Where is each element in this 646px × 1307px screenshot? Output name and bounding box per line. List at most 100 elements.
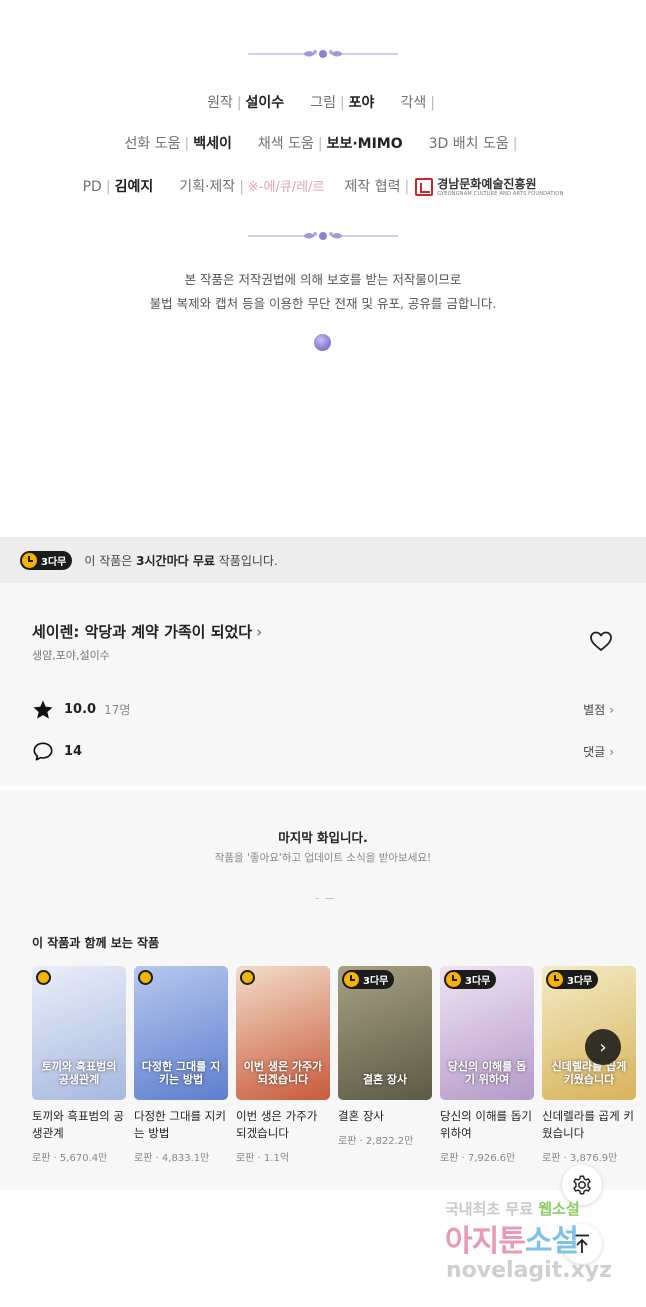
gem-icon — [314, 334, 331, 351]
studio-logo: ※-에/큐/레/르 — [247, 180, 325, 195]
recommendation-card[interactable]: 토끼와 흑표범의 공생관계 토끼와 흑표범의 공생관계 로판 · 5,670.4만 — [32, 966, 126, 1164]
credit-name-lineart: 백세이 — [193, 136, 232, 152]
recommendation-meta: 로판 · 3,876.9만 — [542, 1153, 618, 1164]
carousel-next-button[interactable]: › — [585, 1029, 621, 1065]
separator: | — [404, 179, 410, 195]
gear-icon — [573, 1175, 591, 1195]
banner-text-bold: 3시간마다 무료 — [136, 553, 215, 568]
comment-row: 14 댓글 › — [32, 739, 614, 763]
clock-icon — [240, 970, 255, 985]
recommendation-thumbnail: 다정한 그대를 지키는 방법 — [134, 966, 228, 1100]
cover-title-art: 이번 생은 가주가 되겠습니다 — [243, 1060, 323, 1086]
clock-icon — [548, 972, 563, 987]
recommendation-title: 토끼와 흑표범의 공생관계 — [32, 1109, 124, 1140]
series-title: 세이렌: 악당과 계약 가족이 되었다 — [32, 623, 253, 641]
foundation-logo-icon — [415, 178, 434, 196]
foundation-name: 경남문화예술진흥원 — [437, 176, 537, 191]
watermark-brand: 아지툰소설 — [445, 1216, 579, 1260]
cover-title-art: 다정한 그대를 지키는 방법 — [141, 1060, 221, 1086]
credit-label-3d: 3D 배치 도움 — [428, 136, 509, 152]
recommendation-meta: 로판 · 7,926.6만 — [440, 1153, 516, 1164]
recommendation-thumbnail: 3다무결혼 장사 — [338, 966, 432, 1100]
credit-row-1: 원작|설이수그림|포야각색|생얌 — [0, 92, 646, 990]
separator: | — [184, 136, 190, 152]
recommendation-card[interactable]: 다정한 그대를 지키는 방법 다정한 그대를 지키는 방법 로판 · 4,833.1… — [134, 966, 228, 1164]
recommendation-thumbnail: 3다무당신의 이해를 돕기 위하여 — [440, 966, 534, 1100]
credit-row-2: 선화 도움|백세이채색 도움|보보·MIMO3D 배치 도움|이새 — [0, 133, 646, 1031]
wait-free-badge-label: 3다무 — [41, 556, 67, 568]
wait-free-badge: 3다무 — [342, 970, 395, 989]
cover-title-art: 결혼 장사 — [362, 1073, 408, 1086]
watermark-brand-b: 소설 — [524, 1224, 579, 1259]
comment-link-label: 댓글 — [583, 744, 606, 759]
credits-section: 원작|설이수그림|포야각색|생얌 선화 도움|백세이채색 도움|보보·MIMO3… — [0, 0, 646, 1031]
star-icon — [33, 699, 53, 719]
recommendation-card[interactable]: 이번 생은 가주가 되겠습니다 이번 생은 가주가 되겠습니다 로판 · 1.1억 — [236, 966, 330, 1164]
recommendations-title: 이 작품과 함께 보는 작품 — [32, 936, 160, 950]
separator: | — [430, 95, 435, 111]
credit-label-adaptation: 각색 — [400, 95, 427, 111]
chevron-right-icon: › — [609, 744, 614, 759]
clock-icon — [138, 970, 153, 985]
credit-label-coloring: 채색 도움 — [257, 136, 314, 152]
clock-icon — [36, 970, 51, 985]
ornament-divider-middle — [248, 232, 398, 240]
wait-free-badge: 3다무 — [546, 970, 599, 989]
series-title-link[interactable]: 세이렌: 악당과 계약 가족이 되었다 › — [32, 621, 262, 642]
rating-count: 17명 — [104, 702, 131, 717]
recommendation-card[interactable]: 3다무 결혼 장사 결혼 장사 로판 · 2,822.2만 — [338, 966, 432, 1147]
recommendation-thumbnail: 3다무신데렐라를 곱게 키웠습니다 — [542, 966, 636, 1100]
clock-icon — [446, 972, 461, 987]
comment-count: 14 — [64, 743, 83, 759]
rating-link[interactable]: 별점 › — [583, 701, 614, 718]
recommendations-section: 이 작품과 함께 보는 작품 토끼와 흑표범의 공생관계 토끼와 흑표범의 공생관… — [0, 902, 646, 1190]
comment-link[interactable]: 댓글 › — [583, 743, 614, 760]
recommendation-title: 이번 생은 가주가 되겠습니다 — [236, 1109, 318, 1140]
banner-text-prefix: 이 작품은 — [84, 553, 137, 568]
chevron-right-icon: › — [256, 623, 263, 641]
recommendation-meta: 로판 · 5,670.4만 — [32, 1153, 108, 1164]
watermark-url: novelagit.xyz — [446, 1258, 612, 1283]
credit-name-original: 설이수 — [245, 95, 285, 111]
wait-free-badge: 3다무 — [20, 550, 73, 570]
rating-value: 10.0 — [64, 701, 97, 717]
banner-text: 이 작품은 3시간마다 무료 작품입니다. — [84, 552, 277, 569]
credit-label-art: 그림 — [310, 95, 336, 111]
foundation-subtitle: GYEONGNAM CULTURE AND ARTS FOUNDATION — [437, 190, 564, 197]
separator: | — [239, 179, 244, 195]
credit-name-art: 포야 — [348, 95, 375, 111]
copyright-notice: 본 작품은 저작권법에 의해 보호를 받는 저작물이므로 불법 복제와 캡처 등… — [0, 268, 646, 316]
wait-free-badge: 3다무 — [444, 970, 497, 989]
wait-free-badge-label: 3다무 — [363, 976, 389, 987]
recommendation-thumbnail: 이번 생은 가주가 되겠습니다 — [236, 966, 330, 1100]
last-episode-notice: 마지막 화입니다. 작품을 '좋아요'하고 업데이트 소식을 받아보세요! — [0, 790, 646, 898]
ornament-divider-top — [248, 50, 398, 58]
credit-row-3: PD | 김예지 기획·제작 | ※-에/큐/레/르 제작 협력 | 경남문화예술진흥원 GYEO… — [0, 176, 646, 197]
recommendation-thumbnail: 토끼와 흑표범의 공생관계 — [32, 966, 126, 1100]
credit-name-pd: 김예지 — [114, 179, 154, 195]
cover-title-art: 토끼와 흑표범의 공생관계 — [41, 1060, 117, 1086]
copyright-notice-line2: 불법 복제와 캡처 등을 이용한 무단 전재 및 유포, 공유를 금합니다. — [149, 296, 497, 311]
watermark-brand-a: 아지툰 — [445, 1224, 526, 1259]
credit-label-pd: PD — [82, 179, 102, 195]
last-episode-title: 마지막 화입니다. — [278, 830, 368, 845]
banner-text-suffix: 작품입니다. — [214, 553, 278, 568]
cover-title-art: 신데렐라를 곱게 키웠습니다 — [551, 1060, 627, 1086]
cover-title-art: 당신의 이해를 돕기 위하여 — [447, 1060, 527, 1086]
credit-label-lineart: 선화 도움 — [124, 136, 181, 152]
recommendation-title: 결혼 장사 — [338, 1109, 384, 1123]
clock-icon — [22, 552, 37, 568]
separator: | — [512, 136, 518, 152]
recommendation-meta: 로판 · 1.1억 — [236, 1153, 290, 1164]
recommendation-card[interactable]: 3다무 신데렐라를 곱게 키웠습니다 신데렐라를 곱게 키웠습니다 로판 · 3,87… — [542, 966, 636, 1164]
heart-icon[interactable] — [589, 630, 613, 652]
series-authors: 생얌,포야,설이수 — [32, 649, 110, 662]
recommendation-card[interactable]: 3다무 당신의 이해를 돕기 위하여 당신의 이해를 돕기 위하여 로판 · 7,92… — [440, 966, 534, 1164]
recommendation-title: 당신의 이해를 돕기 위하여 — [440, 1109, 532, 1140]
chevron-right-icon: › — [599, 1036, 607, 1058]
recommendation-title: 신데렐라를 곱게 키웠습니다 — [542, 1109, 634, 1140]
recommendation-meta: 로판 · 4,833.1만 — [134, 1153, 210, 1164]
recommendation-meta: 로판 · 2,822.2만 — [338, 1136, 414, 1147]
separator: | — [105, 179, 111, 195]
separator: | — [236, 95, 242, 111]
